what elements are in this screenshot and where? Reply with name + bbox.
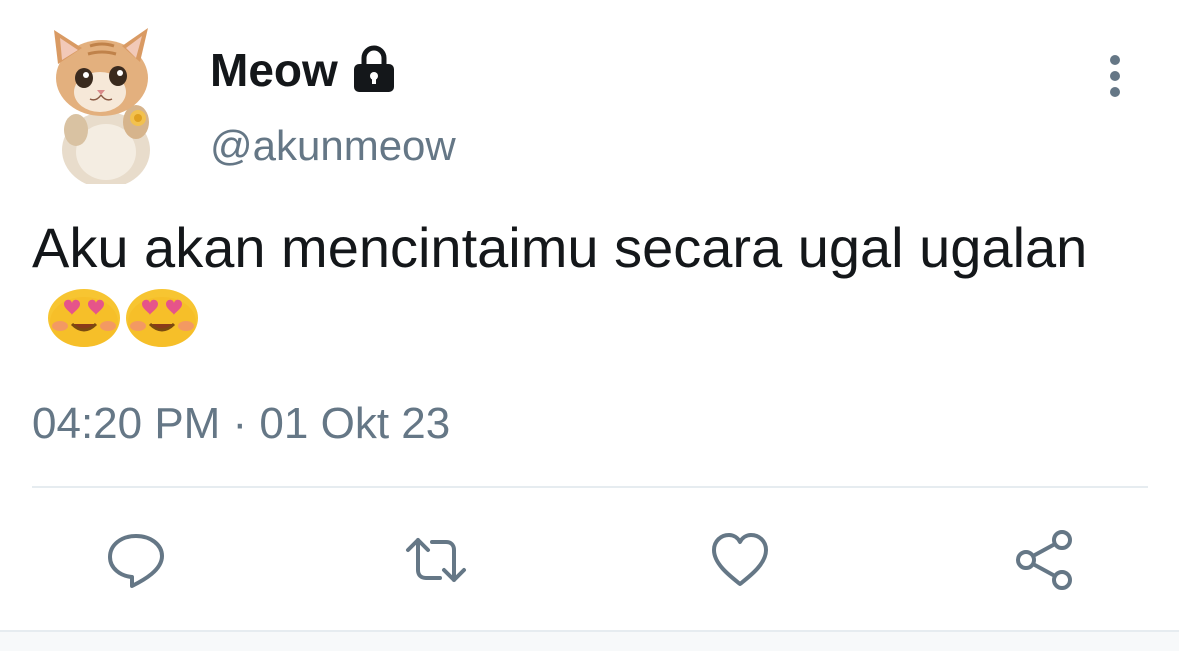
divider (32, 486, 1148, 488)
heart-eyes-emoji-icon (126, 289, 198, 348)
next-item-edge (0, 632, 1179, 651)
retweet-button[interactable] (404, 528, 468, 592)
speech-bubble-icon (108, 534, 164, 588)
user-handle[interactable]: @akunmeow (210, 120, 456, 172)
retweet-arrows-icon (406, 538, 466, 582)
lock-icon (353, 45, 394, 92)
more-options-icon[interactable] (1093, 52, 1137, 100)
like-button[interactable] (708, 528, 772, 592)
display-name-row: Meow (210, 42, 398, 98)
tweet-text-content: Aku akan mencintaimu secara ugal ugalan (32, 216, 1088, 279)
reply-button[interactable] (104, 528, 168, 592)
tweet-card: Meow @akunmeow Aku akan mencintaimu seca… (0, 0, 1179, 651)
tweet-text: Aku akan mencintaimu secara ugal ugalan (32, 212, 1132, 356)
emoji-row (46, 284, 200, 348)
avatar[interactable] (40, 22, 170, 184)
share-nodes-icon (1016, 530, 1072, 590)
display-name[interactable]: Meow (210, 42, 338, 98)
heart-eyes-emoji-icon (48, 289, 120, 348)
tweet-timestamp[interactable]: 04:20 PM · 01 Okt 23 (32, 396, 450, 452)
share-button[interactable] (1012, 528, 1076, 592)
heart-icon (712, 533, 768, 586)
